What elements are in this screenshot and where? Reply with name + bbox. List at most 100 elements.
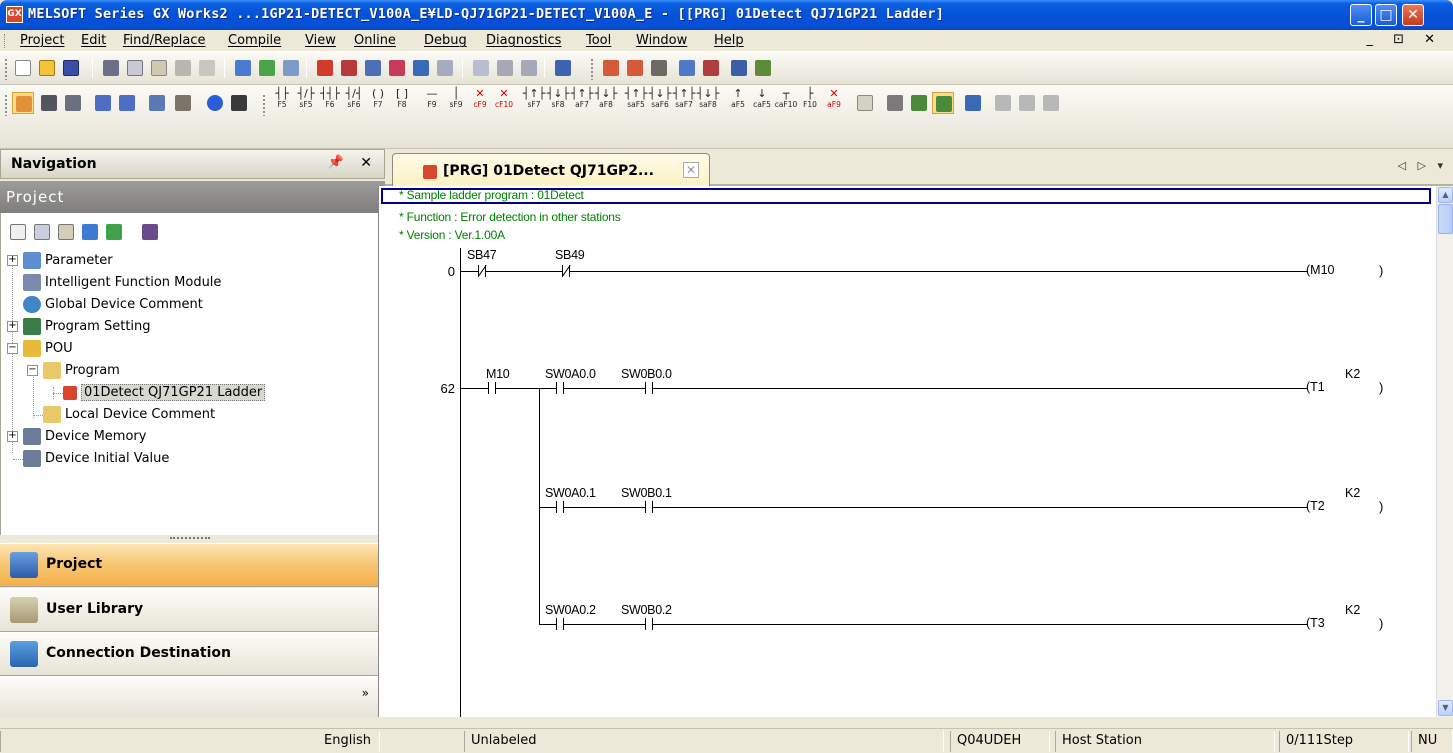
no-contact[interactable] [632, 618, 666, 630]
ladder-editor[interactable]: * Sample ladder program : 01Detect * Fun… [378, 186, 1436, 717]
connection-icon[interactable] [552, 57, 574, 79]
find-icon[interactable] [228, 92, 250, 114]
minimize-button[interactable]: _ [1350, 4, 1372, 26]
tab-ladder-program[interactable]: [PRG] 01Detect QJ71GP2... ✕ [392, 153, 710, 186]
toolbar-grip[interactable] [4, 94, 8, 116]
no-contact[interactable] [632, 382, 666, 394]
ladder-insert-row-icon[interactable] [600, 57, 622, 79]
delete-hline-key[interactable]: ✕ cF9 [468, 87, 492, 115]
rising-branch-key[interactable]: ┤↑├ aF7 [570, 87, 594, 115]
no-contact[interactable] [475, 382, 509, 394]
collapse-icon[interactable]: − [7, 343, 18, 354]
hline-key[interactable]: — F9 [420, 87, 444, 115]
nav-button-more[interactable]: » [0, 676, 385, 717]
ladder-zoom-icon[interactable] [908, 92, 930, 114]
no-contact[interactable] [543, 382, 577, 394]
coil[interactable]: (T1 [1306, 380, 1325, 394]
vline-key[interactable]: │ sF9 [444, 87, 468, 115]
negated-rising-key[interactable]: ┤↑├ saF5 [624, 87, 648, 115]
write-plc-icon[interactable] [314, 57, 336, 79]
line-draw-key[interactable]: ├ F10 [798, 87, 822, 115]
read-mode-icon[interactable] [676, 57, 698, 79]
maximize-button[interactable]: □ [1375, 4, 1397, 26]
simulation-icon[interactable] [470, 57, 492, 79]
coil-key[interactable]: ( ) F7 [366, 87, 390, 115]
cut-icon[interactable] [100, 57, 122, 79]
window-view-icon[interactable] [62, 92, 84, 114]
close-branch-key[interactable]: ┤/┤ sF6 [342, 87, 366, 115]
no-contact[interactable] [543, 501, 577, 513]
project-view-icon[interactable] [12, 92, 34, 114]
ladder-edit-icon[interactable] [962, 92, 984, 114]
line-delete-key[interactable]: ✕ aF9 [822, 87, 846, 115]
ladder-print-icon[interactable] [992, 92, 1014, 114]
save-project-icon[interactable] [60, 57, 82, 79]
ladder-insert-col-icon[interactable] [648, 57, 670, 79]
pin-icon[interactable]: 📌 [328, 155, 344, 170]
menu-project[interactable]: Project [20, 33, 64, 48]
tab-close-icon[interactable]: ✕ [683, 162, 699, 178]
open-project-icon[interactable] [36, 57, 58, 79]
title-bar[interactable]: GX MELSOFT Series GX Works2 ...1GP21-DET… [0, 0, 1453, 30]
nc-contact[interactable] [465, 264, 499, 277]
invert-key[interactable]: ┬ caF10 [774, 87, 798, 115]
coil[interactable]: (T2 [1306, 499, 1325, 513]
scroll-thumb[interactable] [1438, 204, 1453, 234]
menu-find-replace[interactable]: Find/Replace [123, 33, 205, 48]
simulation-write-icon[interactable] [518, 57, 540, 79]
split-view-icon[interactable] [38, 92, 60, 114]
property-icon[interactable] [79, 221, 101, 243]
monitor-batch-icon[interactable] [434, 57, 456, 79]
toolbar-grip[interactable] [590, 58, 594, 80]
toolbar-grip[interactable] [4, 58, 8, 80]
close-pane-icon[interactable]: ✕ [360, 155, 372, 171]
simulation-stop-icon[interactable] [494, 57, 516, 79]
ladder-convert-icon[interactable] [884, 92, 906, 114]
refresh-icon[interactable] [103, 221, 125, 243]
close-contact-key[interactable]: ┤┤├ F6 [318, 87, 342, 115]
copy-data-icon[interactable] [31, 221, 53, 243]
inline-st-icon[interactable] [854, 92, 876, 114]
operation-falling-key[interactable]: ↓ caF5 [750, 87, 774, 115]
scroll-down-icon[interactable]: ▼ [1438, 700, 1453, 716]
menu-compile[interactable]: Compile [228, 33, 281, 48]
menu-view[interactable]: View [305, 33, 336, 48]
menu-diagnostics[interactable]: Diagnostics [486, 33, 561, 48]
ladder-delete-row-icon[interactable] [624, 57, 646, 79]
undo-icon[interactable] [172, 57, 194, 79]
menu-grip[interactable] [4, 34, 7, 48]
collapse-icon[interactable]: − [27, 365, 38, 376]
paste-icon[interactable] [148, 57, 170, 79]
falling-branch-key[interactable]: ┤↓├ aF8 [594, 87, 618, 115]
negated-rising-branch-key[interactable]: ┤↑├ saF7 [672, 87, 696, 115]
toolbar-grip[interactable] [262, 94, 266, 116]
coil[interactable]: (M10 [1306, 263, 1335, 277]
scroll-up-icon[interactable]: ▲ [1438, 187, 1453, 203]
negated-falling-branch-key[interactable]: ┤↓├ saF8 [696, 87, 720, 115]
monitor-icon[interactable] [362, 57, 384, 79]
sfc-icon[interactable] [728, 57, 750, 79]
instruction-key[interactable]: [ ] F8 [390, 87, 414, 115]
device-display-icon[interactable] [116, 92, 138, 114]
write-mode-icon[interactable] [700, 57, 722, 79]
nc-contact[interactable] [549, 264, 583, 277]
pane-splitter[interactable] [0, 535, 385, 543]
read-plc-icon[interactable] [338, 57, 360, 79]
new-data-icon[interactable] [7, 221, 29, 243]
redo-icon[interactable] [196, 57, 218, 79]
nav-button-user-library[interactable]: User Library [0, 588, 385, 632]
open-contact-key[interactable]: ┤├ F5 [270, 87, 294, 115]
device-comment-icon[interactable] [232, 57, 254, 79]
menu-debug[interactable]: Debug [424, 33, 467, 48]
nav-button-connection-destination[interactable]: Connection Destination [0, 632, 385, 676]
rising-pulse-key[interactable]: ┤↑├ sF7 [522, 87, 546, 115]
monitor-stop-icon[interactable] [386, 57, 408, 79]
ladder-settings-icon[interactable] [1016, 92, 1038, 114]
ladder-extra-icon[interactable] [1040, 92, 1062, 114]
vertical-scrollbar[interactable]: ▲ ▼ [1436, 186, 1453, 717]
device-setting-icon[interactable] [146, 92, 168, 114]
menu-tool[interactable]: Tool [586, 33, 611, 48]
close-button[interactable]: ✕ [1402, 4, 1424, 26]
coil[interactable]: (T3 [1306, 616, 1325, 630]
menu-online[interactable]: Online [354, 33, 396, 48]
